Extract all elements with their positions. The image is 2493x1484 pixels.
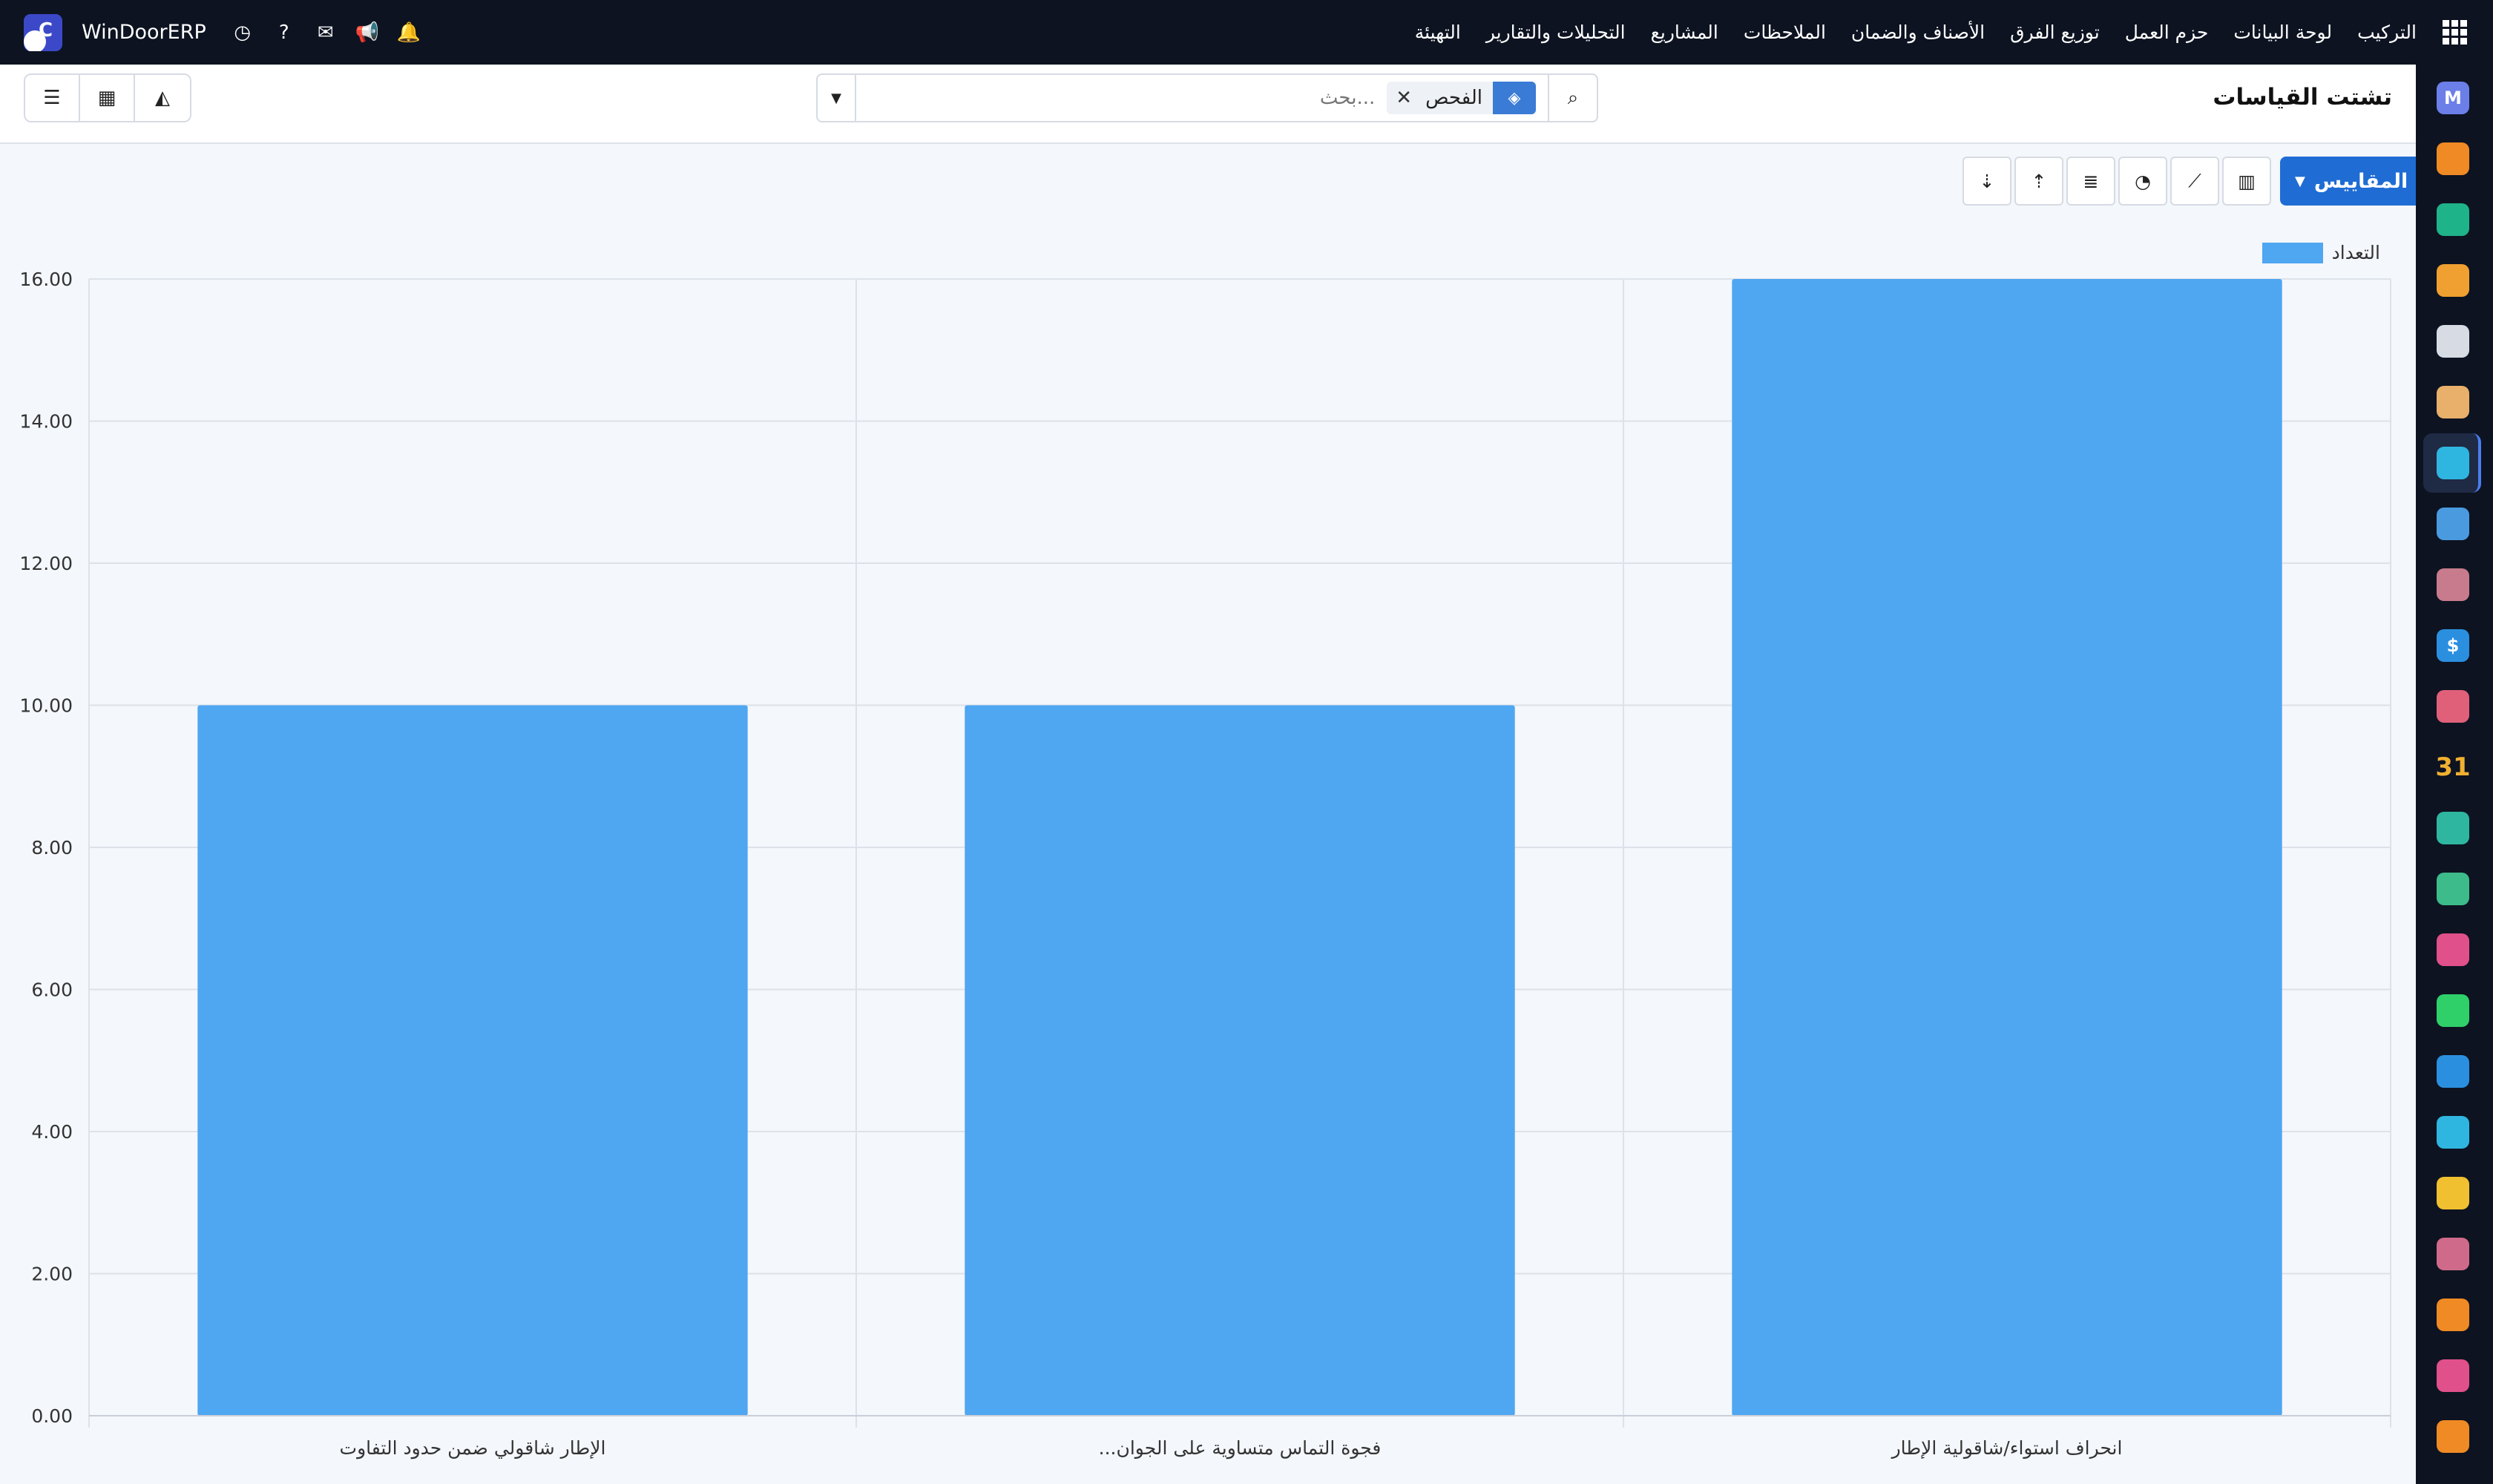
measures-label: المقاييس bbox=[2313, 169, 2408, 193]
gear-hex-icon[interactable] bbox=[2437, 1420, 2469, 1453]
mail-icon[interactable]: M bbox=[2437, 82, 2469, 114]
contact-icon[interactable] bbox=[2437, 873, 2469, 905]
y-tick-label: 4.00 bbox=[31, 1121, 73, 1143]
y-tick-label: 2.00 bbox=[31, 1264, 73, 1285]
company-name[interactable]: WinDoorERP bbox=[82, 21, 206, 44]
bar[interactable] bbox=[197, 705, 748, 1416]
logo-letter: C bbox=[39, 19, 53, 42]
dollar-icon[interactable]: $ bbox=[2437, 629, 2469, 662]
facet-label: الفحص bbox=[1425, 87, 1482, 109]
search-input[interactable] bbox=[856, 75, 1387, 121]
search-options-toggle[interactable]: ▼ bbox=[818, 75, 856, 121]
x-tick-label: الإطار شاقولي ضمن حدود التفاوت bbox=[340, 1437, 606, 1460]
layers-icon[interactable] bbox=[2437, 1238, 2469, 1270]
pie-icon[interactable] bbox=[2437, 1359, 2469, 1392]
menu-item-items-warranty[interactable]: الأصناف والضمان bbox=[1839, 22, 1997, 43]
clock-icon[interactable]: ◷ bbox=[230, 22, 255, 44]
bar-chart-icon[interactable] bbox=[2437, 264, 2469, 297]
y-tick-label: 10.00 bbox=[19, 695, 73, 717]
remove-facet-icon[interactable]: ✕ bbox=[1387, 87, 1415, 109]
sort-ascending-icon[interactable]: ⇡ bbox=[2014, 157, 2063, 206]
pie-chart-icon[interactable]: ◔ bbox=[2118, 157, 2167, 206]
graph-toolbar: ⇣ ⇡ ≣ ◔ ⟋ ▥ ▼ المقاييس bbox=[1962, 156, 2423, 206]
search-bar: ▼ ✕ الفحص ◈ ⌕ bbox=[816, 73, 1598, 122]
dashboard-icon[interactable] bbox=[2437, 933, 2469, 966]
book-icon[interactable] bbox=[2437, 508, 2469, 540]
y-tick-label: 0.00 bbox=[31, 1405, 73, 1427]
page-title: تشتت القياسات bbox=[2213, 84, 2392, 111]
menu-item-reports[interactable]: التحليلات والتقارير bbox=[1474, 22, 1638, 43]
box-icon[interactable] bbox=[2437, 568, 2469, 601]
company-logo[interactable]: C bbox=[24, 13, 62, 51]
puzzle-icon[interactable] bbox=[2437, 386, 2469, 418]
help-icon[interactable]: ? bbox=[272, 22, 297, 44]
check-icon[interactable] bbox=[2437, 447, 2469, 479]
bar[interactable] bbox=[1732, 279, 2282, 1416]
pencil-icon[interactable] bbox=[2437, 812, 2469, 844]
y-tick-label: 8.00 bbox=[31, 837, 73, 858]
search-icon[interactable]: ⌕ bbox=[1548, 75, 1597, 121]
measures-dropdown[interactable]: ▼ المقاييس bbox=[2280, 157, 2423, 206]
main-menu: التهيئة التحليلات والتقارير المشاريع الم… bbox=[1402, 0, 2468, 65]
navbar-left-group: C WinDoorERP ◷ ? ✉ 📢 🔔 bbox=[24, 0, 421, 65]
y-tick-label: 14.00 bbox=[19, 411, 73, 433]
apps-sidebar: M $31 bbox=[2416, 65, 2493, 1484]
compass-icon[interactable] bbox=[2437, 1055, 2469, 1088]
calendar-31-icon[interactable]: 31 bbox=[2435, 751, 2470, 784]
chevron-down-icon: ▼ bbox=[2295, 173, 2305, 189]
menu-item-dashboard[interactable]: لوحة البيانات bbox=[2221, 22, 2345, 43]
sort-descending-icon[interactable]: ⇣ bbox=[1962, 157, 2011, 206]
megaphone-icon[interactable]: 📢 bbox=[355, 22, 380, 44]
y-tick-label: 16.00 bbox=[19, 269, 73, 290]
y-tick-label: 6.00 bbox=[31, 979, 73, 1001]
hexagon-icon[interactable] bbox=[2437, 1298, 2469, 1331]
line-chart-icon[interactable]: ⟋ bbox=[2170, 157, 2219, 206]
wave-icon[interactable] bbox=[2437, 1116, 2469, 1149]
y-tick-label: 12.00 bbox=[19, 553, 73, 574]
apps-grid-icon[interactable] bbox=[2443, 19, 2468, 45]
list-view-button[interactable]: ☰ bbox=[25, 75, 80, 121]
control-panel: ☰ ▦ ◭ ▼ ✕ الفحص ◈ ⌕ تشتت القياسات bbox=[0, 65, 2416, 144]
stacked-icon[interactable]: ≣ bbox=[2066, 157, 2115, 206]
bar[interactable] bbox=[965, 705, 1515, 1416]
top-navbar: C WinDoorERP ◷ ? ✉ 📢 🔔 التهيئة التحليلات… bbox=[0, 0, 2493, 65]
x-tick-label: انحراف استواء/شاقولية الإطار bbox=[1891, 1437, 2123, 1459]
menu-item-installation[interactable]: التركيب bbox=[2345, 22, 2429, 43]
search-facet: ✕ الفحص ◈ bbox=[1387, 82, 1536, 114]
menu-item-config[interactable]: التهيئة bbox=[1402, 22, 1474, 43]
bell-icon[interactable]: 🔔 bbox=[396, 22, 421, 44]
checkmark-ribbon-icon[interactable] bbox=[2437, 203, 2469, 236]
x-tick-label: فجوة التماس متساوية على الجوان... bbox=[1099, 1437, 1382, 1460]
whatsapp-icon[interactable] bbox=[2437, 994, 2469, 1027]
team-icon[interactable] bbox=[2437, 690, 2469, 723]
menu-item-projects[interactable]: المشاريع bbox=[1638, 22, 1731, 43]
bar-chart-icon[interactable]: ▥ bbox=[2222, 157, 2271, 206]
graph-view-button[interactable]: ◭ bbox=[135, 75, 190, 121]
bar-chart: 0.00 2.00 4.00 6.00 8.00 10.00 12.00 14.00 16.00… bbox=[19, 269, 2391, 1460]
view-switcher: ☰ ▦ ◭ bbox=[24, 73, 191, 122]
menu-item-notes[interactable]: الملاحظات bbox=[1731, 22, 1839, 43]
menu-item-work-packages[interactable]: حزم العمل bbox=[2112, 22, 2221, 43]
send-icon[interactable] bbox=[2437, 1177, 2469, 1209]
menu-item-team-distribution[interactable]: توزيع الفرق bbox=[1997, 22, 2112, 43]
group-by-icon: ◈ bbox=[1493, 82, 1536, 114]
cube-icon[interactable] bbox=[2437, 325, 2469, 358]
pivot-view-button[interactable]: ▦ bbox=[80, 75, 135, 121]
chat-bubble-icon[interactable] bbox=[2437, 142, 2469, 175]
chat-icon[interactable]: ✉ bbox=[313, 22, 338, 44]
